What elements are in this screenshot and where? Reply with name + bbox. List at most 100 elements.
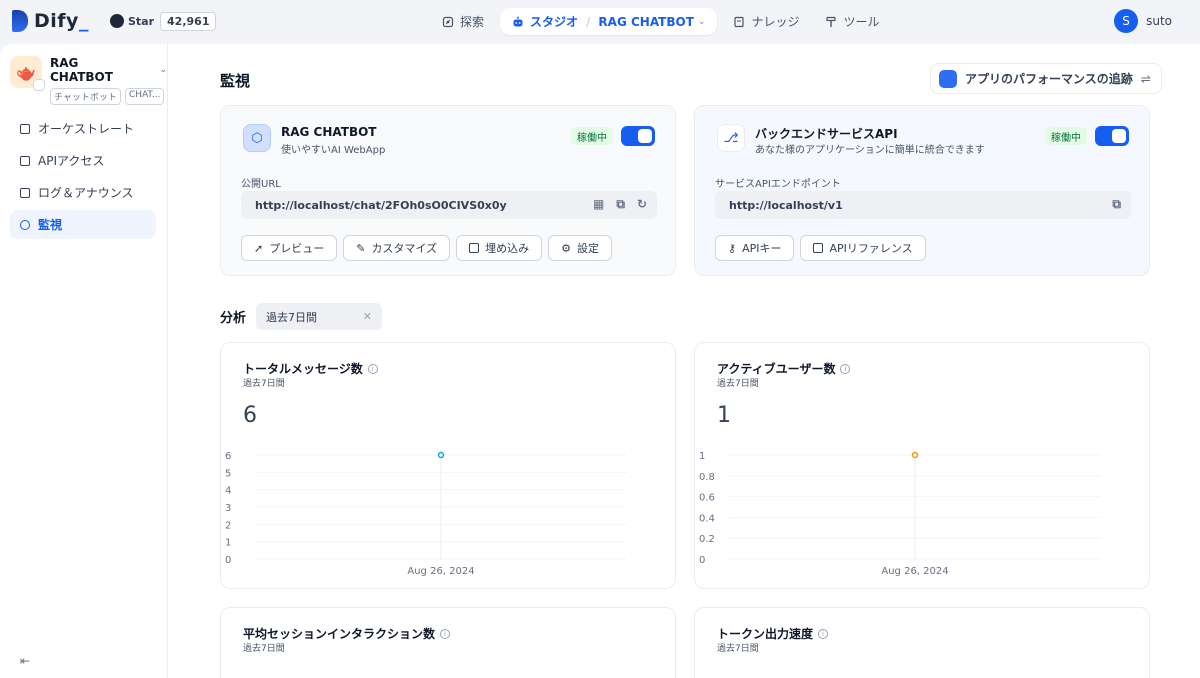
github-icon xyxy=(110,14,124,28)
app-type-tag: チャットボット xyxy=(50,88,121,105)
avatar: S xyxy=(1114,9,1139,33)
page-title: 監視 xyxy=(220,72,251,90)
public-url-label: 公開URL xyxy=(241,179,281,190)
app-icon: 🫖 xyxy=(10,56,45,91)
y-tick-label: 5 xyxy=(225,468,231,479)
gauge-icon xyxy=(20,219,30,230)
period-value: 過去7日間 xyxy=(266,310,318,324)
app-header[interactable]: 🫖 RAG CHATBOT ⌄ チャットボット CHAT... xyxy=(10,56,167,105)
qr-code-icon[interactable]: ▦ xyxy=(593,197,604,212)
api-reference-button[interactable]: APIリファレンス xyxy=(800,235,926,261)
stat-subtitle: 過去7日間 xyxy=(243,379,285,389)
tracing-button-label: アプリのパフォーマンスの追跡 xyxy=(965,72,1133,86)
nav-tools-label: ツール xyxy=(843,15,880,29)
info-icon[interactable]: i xyxy=(440,628,451,639)
y-tick-label: 0.4 xyxy=(699,513,715,524)
main-content: 監視 アプリのパフォーマンスの追跡 ⇌ ⬡ RAG CHATBOT 使いやすいA… xyxy=(168,44,1200,678)
data-point xyxy=(911,451,919,459)
app-name: RAG CHATBOT xyxy=(50,56,113,84)
copy-icon[interactable]: ⧉ xyxy=(1112,197,1121,212)
settings-button[interactable]: ⚙ 設定 xyxy=(548,235,612,261)
nav-studio-label: スタジオ xyxy=(530,15,579,29)
github-star-button[interactable]: Star 42,961 xyxy=(104,10,217,32)
y-tick-label: 4 xyxy=(225,486,231,497)
period-select[interactable]: 過去7日間 ✕ xyxy=(256,303,383,330)
sidebar-item-monitoring[interactable]: 監視 xyxy=(10,210,156,239)
top-bar: Dify_ Star 42,961 探索 スタジオ / RAG CHATBOT … xyxy=(0,0,1200,44)
settings-sliders-icon: ⇌ xyxy=(1140,71,1151,86)
sidebar-menu: オーケストレート APIアクセス ログ＆アナウンス 監視 xyxy=(10,114,156,242)
sidebar-item-label: 監視 xyxy=(38,218,63,232)
stat-title: アクティブユーザー数 xyxy=(717,362,836,376)
x-icon[interactable]: ✕ xyxy=(363,310,372,323)
embed-label: 埋め込み xyxy=(485,242,530,255)
tracing-button[interactable]: アプリのパフォーマンスの追跡 ⇌ xyxy=(930,63,1162,94)
book-icon xyxy=(734,16,745,27)
nav-studio[interactable]: スタジオ / RAG CHATBOT ⌄ xyxy=(500,8,718,35)
y-tick-label: 0 xyxy=(699,555,705,566)
y-tick-label: 0.8 xyxy=(699,472,715,483)
api-key-label: APIキー xyxy=(742,242,782,255)
settings-label: 設定 xyxy=(576,242,599,255)
nav-explore[interactable]: 探索 xyxy=(432,8,494,35)
chevron-down-icon: ⌄ xyxy=(697,16,706,27)
copy-icon[interactable]: ⧉ xyxy=(616,197,625,212)
info-icon[interactable]: i xyxy=(840,363,851,374)
user-menu[interactable]: S suto xyxy=(1114,9,1172,33)
info-icon[interactable]: i xyxy=(367,363,378,374)
github-star-label: Star xyxy=(128,14,155,28)
api-subtitle: あなた様のアプリケーションに簡単に統合できます xyxy=(755,145,985,156)
cube-icon: ⬡ xyxy=(243,124,271,152)
api-reference-label: APIリファレンス xyxy=(829,242,913,255)
stat-subtitle: 過去7日間 xyxy=(717,644,759,654)
y-tick-label: 3 xyxy=(225,503,231,514)
breadcrumb-separator: / xyxy=(586,14,591,29)
stat-card-avg-session-interactions: 平均セッションインタラクション数 i 過去7日間 xyxy=(220,607,676,678)
y-tick-label: 0.6 xyxy=(699,493,715,504)
customize-button[interactable]: ✎ カスタマイズ xyxy=(343,235,451,261)
nav-knowledge-label: ナレッジ xyxy=(751,15,800,29)
total-messages-chart: 0 1 2 3 4 5 6 Aug 26, 2024 xyxy=(225,451,627,577)
y-tick-label: 1 xyxy=(699,451,705,462)
rocket-icon: ➚ xyxy=(254,241,264,255)
teapot-icon: 🫖 xyxy=(16,62,36,82)
hammer-icon xyxy=(826,16,837,27)
breadcrumb-app-select[interactable]: RAG CHATBOT ⌄ xyxy=(598,15,705,29)
sidebar-item-orchestrate[interactable]: オーケストレート xyxy=(10,114,156,143)
layout-icon xyxy=(20,123,30,134)
stat-title: トークン出力速度 xyxy=(717,627,814,641)
document-icon xyxy=(813,243,824,253)
public-url: http://localhost/chat/2FOh0sO0CIVS0x0y xyxy=(255,198,507,212)
stat-value: 1 xyxy=(717,403,731,428)
y-tick-label: 6 xyxy=(225,451,231,462)
brush-icon: ✎ xyxy=(356,241,366,255)
api-endpoint-label: サービスAPIエンドポイント xyxy=(715,179,841,190)
sidebar-item-logs[interactable]: ログ＆アナウンス xyxy=(10,178,156,207)
nav-tools[interactable]: ツール xyxy=(815,8,889,35)
stat-title: 平均セッションインタラクション数 xyxy=(243,627,436,641)
x-tick-label: Aug 26, 2024 xyxy=(881,566,948,577)
api-card: ⎇ バックエンドサービスAPI あなた様のアプリケーションに簡単に統合できます … xyxy=(694,105,1150,276)
embed-button[interactable]: 埋め込み xyxy=(456,235,543,261)
collapse-left-icon[interactable]: ⇤ xyxy=(20,654,30,668)
api-endpoint-field: http://localhost/v1 ⧉ xyxy=(715,191,1131,219)
webapp-toggle[interactable] xyxy=(621,126,655,146)
public-url-field: http://localhost/chat/2FOh0sO0CIVS0x0y ▦… xyxy=(241,191,657,219)
api-key-button[interactable]: ⚷ APIキー xyxy=(715,235,795,261)
sidebar-item-api-access[interactable]: APIアクセス xyxy=(10,146,156,175)
stat-card-total-messages: トータルメッセージ数 i 過去7日間 6 0 1 2 3 4 5 6 Aug 26, 2024 xyxy=(220,342,676,589)
y-tick-label: 0.2 xyxy=(699,534,715,545)
info-icon[interactable]: i xyxy=(818,628,829,639)
api-icon: ⎇ xyxy=(717,124,745,152)
dify-logo-mark xyxy=(12,10,28,32)
nav-knowledge[interactable]: ナレッジ xyxy=(723,8,809,35)
refresh-icon[interactable]: ↻ xyxy=(637,197,647,212)
api-toggle[interactable] xyxy=(1095,126,1129,146)
preview-button[interactable]: ➚ プレビュー xyxy=(241,235,338,261)
stat-value: 6 xyxy=(243,403,257,428)
dify-logo[interactable]: Dify_ xyxy=(12,10,89,32)
chatbot-badge-icon xyxy=(33,79,45,91)
stat-title: トータルメッセージ数 xyxy=(243,362,363,376)
analysis-label: 分析 xyxy=(220,311,247,326)
preview-label: プレビュー xyxy=(269,242,325,255)
